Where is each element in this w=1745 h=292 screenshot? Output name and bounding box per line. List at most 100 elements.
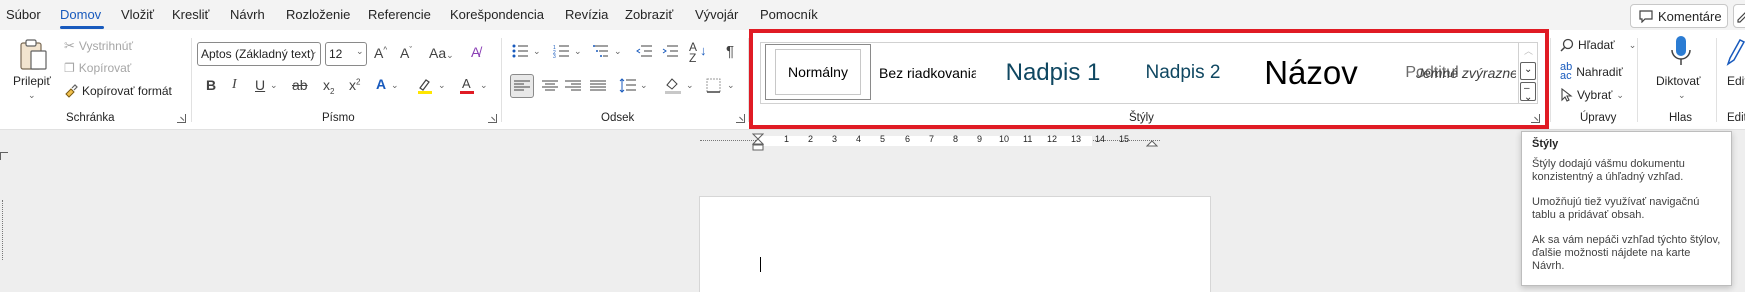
edit-mode-button[interactable] [1733,4,1745,28]
replace-button[interactable]: ab ac Nahradiť [1560,62,1623,82]
find-chevron-icon: ⌄ [1628,39,1637,50]
font-group-label: Písmo [322,112,355,124]
underline-chevron-icon[interactable]: ⌄ [270,80,278,91]
find-button[interactable]: Hľadať ⌄ [1560,38,1636,52]
tooltip-title: Štýly [1532,138,1559,150]
paste-chevron-icon[interactable]: ⌄ [28,90,36,101]
justify-icon[interactable] [590,80,606,92]
line-spacing-icon[interactable] [619,78,636,93]
tab-selector-icon[interactable] [0,152,8,160]
right-indent-marker-icon[interactable] [1146,139,1158,147]
text-effects-icon[interactable]: A [376,77,386,91]
ruler-num: 6 [905,134,911,144]
cut-button[interactable]: ✂ Vystrihnúť [64,38,133,54]
font-name-chevron-icon[interactable]: ⌄ [310,46,318,57]
clipboard-dialog-launcher-icon[interactable] [177,114,186,123]
font-color-icon[interactable]: A [458,76,476,95]
svg-text:3: 3 [553,54,556,58]
underline-icon[interactable]: U [255,78,265,92]
borders-chevron-icon[interactable]: ⌄ [727,80,735,91]
shading-icon[interactable] [664,77,682,94]
menu-developer[interactable]: Vývojár [695,7,738,22]
font-size-chevron-icon[interactable]: ⌄ [356,46,364,57]
menu-layout[interactable]: Rozloženie [286,7,350,22]
change-case-icon[interactable]: Aa⌄ [429,46,454,60]
line-spacing-chevron-icon[interactable]: ⌄ [640,80,648,91]
indent-marker-icon[interactable] [752,133,764,151]
shrink-font-icon[interactable]: Aˇ [400,46,412,60]
clear-formatting-icon[interactable]: A̸ [471,45,480,59]
menu-help[interactable]: Pomocník [760,7,818,22]
align-center-icon[interactable] [542,80,558,92]
ruler-num: 1 [784,134,790,144]
increase-indent-icon[interactable] [662,44,678,58]
menu-view[interactable]: Zobraziť [625,7,673,22]
svg-text:A: A [462,76,471,91]
ruler-num: 5 [880,134,886,144]
bold-icon[interactable]: B [206,78,216,92]
paste-label[interactable]: Prilepiť [13,74,51,88]
bullets-icon[interactable] [512,44,528,58]
highlighter-chevron-icon[interactable]: ⌄ [438,80,446,91]
menu-draw[interactable]: Kresliť [172,7,209,22]
horizontal-ruler: 1 2 3 4 5 6 7 8 9 10 11 12 13 14 15 [700,133,1160,151]
sort-icon[interactable]: AZ [689,41,697,64]
menu-design[interactable]: Návrh [230,7,265,22]
replace-label: Nahradiť [1576,65,1623,79]
menu-file[interactable]: Súbor [6,7,41,22]
shading-chevron-icon[interactable]: ⌄ [686,80,694,91]
copy-label: Kopírovať [78,61,132,75]
menu-review[interactable]: Revízia [565,7,608,22]
font-dialog-launcher-icon[interactable] [488,114,497,123]
format-painter-button[interactable]: Kopírovať formát [64,84,172,98]
text-effects-chevron-icon[interactable]: ⌄ [391,80,399,91]
select-label: Vybrať [1577,88,1613,102]
strikethrough-icon[interactable]: ab [292,78,308,92]
font-color-swatch [460,91,474,94]
dictate-chevron-icon[interactable]: ⌄ [1678,90,1686,101]
editor-label[interactable]: Edit [1727,74,1745,88]
menu-references[interactable]: Referencie [368,7,431,22]
align-left-button[interactable] [510,74,534,98]
multilevel-list-icon[interactable] [593,44,610,58]
highlighter-icon[interactable] [416,77,434,95]
align-right-icon[interactable] [565,80,581,92]
select-chevron-icon: ⌄ [1616,89,1624,100]
paragraph-dialog-launcher-icon[interactable] [736,114,745,123]
dictate-label[interactable]: Diktovať [1656,74,1701,88]
group-divider [1550,38,1551,122]
comments-button[interactable]: Komentáre [1630,4,1728,28]
paragraph-group-label: Odsek [601,112,635,124]
document-page[interactable] [699,196,1211,292]
menu-mailings[interactable]: Korešpondencia [450,7,544,22]
superscript-icon[interactable]: x2 [349,78,360,92]
decrease-indent-icon[interactable] [636,44,652,58]
font-name-combo[interactable]: Aptos (Základný text) [197,42,321,66]
font-name-value: Aptos (Základný text) [201,47,315,61]
numbering-icon[interactable]: 123 [553,44,569,58]
group-divider [1716,38,1717,122]
comments-label: Komentáre [1658,8,1722,24]
sort-arrow-icon: ↓ [700,43,707,58]
bullets-chevron-icon[interactable]: ⌄ [533,46,541,57]
grow-font-icon[interactable]: A^ [374,46,387,60]
editor-icon[interactable] [1726,38,1745,68]
copy-button[interactable]: ❐ Kopírovať [64,61,131,75]
ruler-num: 13 [1071,134,1082,144]
subscript-icon[interactable]: x2 [323,78,334,96]
paste-button[interactable] [18,38,52,74]
menu-insert[interactable]: Vložiť [121,7,154,22]
italic-icon[interactable]: I [232,78,237,92]
menu-home[interactable]: Domov [60,7,101,22]
font-color-chevron-icon[interactable]: ⌄ [480,80,488,91]
dictate-button[interactable] [1668,34,1696,72]
select-button[interactable]: Vybrať ⌄ [1560,88,1624,102]
show-formatting-icon[interactable]: ¶ [726,44,734,59]
group-divider [1637,38,1638,122]
tooltip-paragraph: Ak sa vám nepáči vzhľad týchto štýlov, ď… [1532,234,1721,272]
numbering-chevron-icon[interactable]: ⌄ [574,46,582,57]
text-cursor [760,257,761,272]
vertical-ruler [2,200,8,260]
multilevel-chevron-icon[interactable]: ⌄ [614,46,622,57]
borders-icon[interactable] [706,78,721,93]
